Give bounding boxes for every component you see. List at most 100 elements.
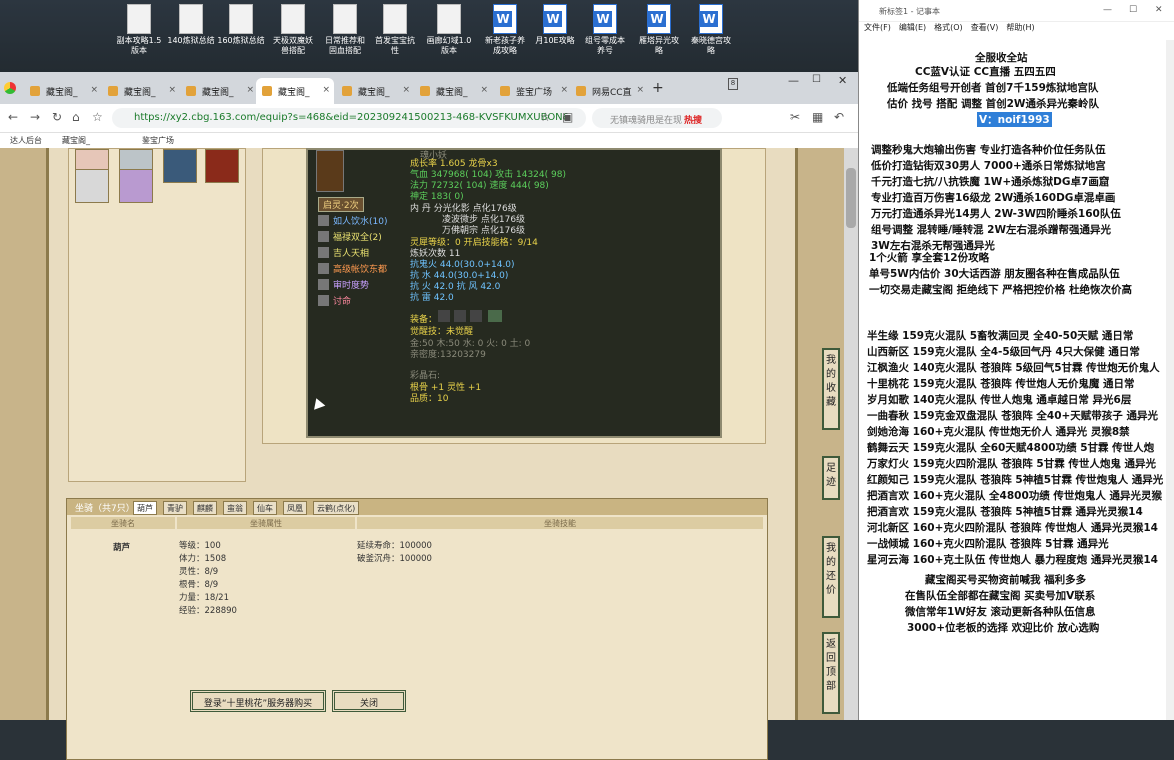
- mount-tab[interactable]: 凤凰: [283, 501, 307, 515]
- bookmark-item[interactable]: 达人后台: [10, 135, 42, 146]
- desktop-icon-label: 160炼狱总结: [217, 36, 265, 45]
- browser-tab[interactable]: 藏宝阁_ ×: [336, 78, 414, 104]
- bookmark-item[interactable]: 藏宝阁_: [62, 135, 90, 146]
- tab-favicon: [186, 86, 196, 96]
- chrome-logo-icon[interactable]: [4, 82, 16, 94]
- mount-tab[interactable]: 仙车: [253, 501, 277, 515]
- notepad-menu-item[interactable]: 格式(O): [934, 23, 963, 32]
- browser-tab[interactable]: 藏宝阁_ ×: [414, 78, 492, 104]
- back-icon[interactable]: ←: [8, 110, 18, 124]
- close-button[interactable]: 关闭: [332, 690, 406, 712]
- pet-skill[interactable]: 福禄双全(2): [318, 230, 382, 243]
- notepad-menu-item[interactable]: 编辑(E): [899, 23, 926, 32]
- scrollbar-thumb[interactable]: [846, 168, 856, 228]
- notepad-menu-item[interactable]: 帮助(H): [1006, 23, 1034, 32]
- tab-close-icon[interactable]: ×: [168, 85, 176, 95]
- desktop-file-icon[interactable]: 日常推荐和 固血搭配: [318, 4, 372, 56]
- tab-close-icon[interactable]: ×: [246, 85, 254, 95]
- pet-skill[interactable]: 高级帐饮东都: [318, 262, 387, 275]
- mount-tab[interactable]: 云鹤(点化): [313, 501, 360, 515]
- mount-tab[interactable]: 青驴: [163, 501, 187, 515]
- notepad-menu-item[interactable]: 查看(V): [971, 23, 999, 32]
- pet-skill[interactable]: 讨命: [318, 294, 351, 307]
- avatar[interactable]: [205, 149, 239, 183]
- desktop-file-icon[interactable]: 天极双魔妖 兽搭配: [266, 4, 320, 56]
- mount-tab[interactable]: 麒麟: [193, 501, 217, 515]
- hot-search-label[interactable]: 热搜: [684, 113, 702, 126]
- desktop-file-icon[interactable]: 160炼狱总结: [214, 4, 268, 46]
- desktop-file-icon[interactable]: 秦晓德宫攻 略: [684, 4, 738, 56]
- desktop-file-icon[interactable]: 雁塔异光攻 略: [632, 4, 686, 56]
- notepad-text-area[interactable]: 全服收全站 CC蓝V认证 CC直播 五四五四 低端任务组号开创者 首创7千159炼狱…: [859, 40, 1163, 720]
- browser-tab[interactable]: 网易CC直 ×: [570, 78, 648, 104]
- browser-tab[interactable]: 藏宝阁_ ×: [256, 78, 334, 104]
- pet-skill[interactable]: 吉人天相: [318, 246, 369, 259]
- notepad-menu-item[interactable]: 文件(F): [864, 23, 891, 32]
- avatar[interactable]: [75, 169, 109, 203]
- desktop-file-icon[interactable]: 首发宝宝抗 性: [368, 4, 422, 56]
- desktop-icon-label: 天极双魔妖 兽搭配: [273, 36, 313, 55]
- browser-tab[interactable]: 藏宝阁_ ×: [24, 78, 102, 104]
- minimize-icon[interactable]: —: [788, 74, 799, 87]
- scissors-icon[interactable]: ✂: [790, 110, 800, 124]
- equip-slot[interactable]: [454, 310, 466, 322]
- page-scrollbar[interactable]: [844, 148, 858, 720]
- notepad-line: 全服收全站: [975, 52, 1028, 64]
- mount-attr: 等级：100: [179, 541, 221, 551]
- extension-icon[interactable]: ▣: [562, 110, 573, 124]
- tab-close-icon[interactable]: ×: [90, 85, 98, 95]
- equip-slot[interactable]: [488, 310, 502, 322]
- my-bargain-button[interactable]: 我的还价: [822, 536, 840, 618]
- favorites-button[interactable]: 我的收藏: [822, 348, 840, 430]
- tab-close-icon[interactable]: ×: [402, 85, 410, 95]
- maximize-icon[interactable]: ☐: [812, 74, 821, 85]
- grid-icon[interactable]: ▦: [812, 110, 823, 124]
- close-icon[interactable]: ✕: [1155, 5, 1163, 15]
- notepad-line: 组号调整 混转睡/睡转混 2W左右混杀蹭帮强通异光: [871, 224, 1112, 236]
- desktop-icon-label: 140炼狱总结: [167, 36, 215, 45]
- tab-count-badge[interactable]: 8: [728, 78, 738, 90]
- browser-tab[interactable]: 藏宝阁_ ×: [102, 78, 180, 104]
- footprint-button[interactable]: 足迹: [822, 456, 840, 500]
- new-tab-icon[interactable]: +: [652, 80, 664, 96]
- buy-button[interactable]: 登录“十里桃花”服务器购买: [190, 690, 326, 712]
- desktop-file-icon[interactable]: 画廊幻域1.0 版本: [422, 4, 476, 56]
- reload-icon[interactable]: ↻: [52, 110, 62, 124]
- browser-tab[interactable]: 鉴宝广场 ×: [494, 78, 572, 104]
- skill-name: 讨命: [333, 297, 352, 307]
- back-to-top-button[interactable]: 返回顶部: [822, 632, 840, 714]
- equip-slot[interactable]: [470, 310, 482, 322]
- mount-tab[interactable]: 葫芦: [133, 501, 157, 515]
- pet-skill[interactable]: 审时度势: [318, 278, 369, 291]
- star-icon[interactable]: ☆: [540, 110, 551, 124]
- avatar[interactable]: [163, 149, 197, 183]
- tab-close-icon[interactable]: ×: [322, 85, 330, 95]
- col-header: 坐骑技能: [357, 517, 763, 529]
- undo-icon[interactable]: ↶: [834, 110, 844, 124]
- desktop-file-icon[interactable]: 副本攻略1.5 版本: [112, 4, 166, 56]
- desktop-file-icon[interactable]: 140炼狱总结: [164, 4, 218, 46]
- tab-close-icon[interactable]: ×: [636, 85, 644, 95]
- home-icon[interactable]: ⌂: [72, 110, 80, 124]
- skill-name: 高级帐饮东都: [333, 265, 388, 275]
- bookmark-item[interactable]: 鉴宝广场: [142, 135, 174, 146]
- notepad-scrollbar[interactable]: [1166, 40, 1174, 720]
- pet-skill[interactable]: 如人饮水(10): [318, 214, 387, 227]
- equip-slot[interactable]: [438, 310, 450, 322]
- avatar[interactable]: [119, 169, 153, 203]
- mount-tab[interactable]: 蛮翁: [223, 501, 247, 515]
- maximize-icon[interactable]: ☐: [1129, 5, 1137, 15]
- desktop-file-icon[interactable]: 新老孩子养 成攻略: [478, 4, 532, 56]
- forward-icon[interactable]: →: [30, 110, 40, 124]
- tab-close-icon[interactable]: ×: [480, 85, 488, 95]
- notepad-line: 专业打造百万伤害16级龙 2W通杀160DG卓混卓画: [871, 192, 1116, 204]
- browser-tab[interactable]: 藏宝阁_ ×: [180, 78, 258, 104]
- minimize-icon[interactable]: —: [1103, 5, 1112, 15]
- url-input[interactable]: https://xy2.cbg.163.com/equip?s=468&eid=…: [112, 108, 586, 128]
- desktop-file-icon[interactable]: 组号零成本 养号: [578, 4, 632, 56]
- desktop-file-icon[interactable]: 月10E攻略: [528, 4, 582, 46]
- close-window-icon[interactable]: ✕: [838, 74, 847, 87]
- search-input[interactable]: 无镇魂骑甩是在现: [592, 108, 722, 128]
- tab-close-icon[interactable]: ×: [560, 85, 568, 95]
- bookmark-icon[interactable]: ☆: [92, 110, 103, 124]
